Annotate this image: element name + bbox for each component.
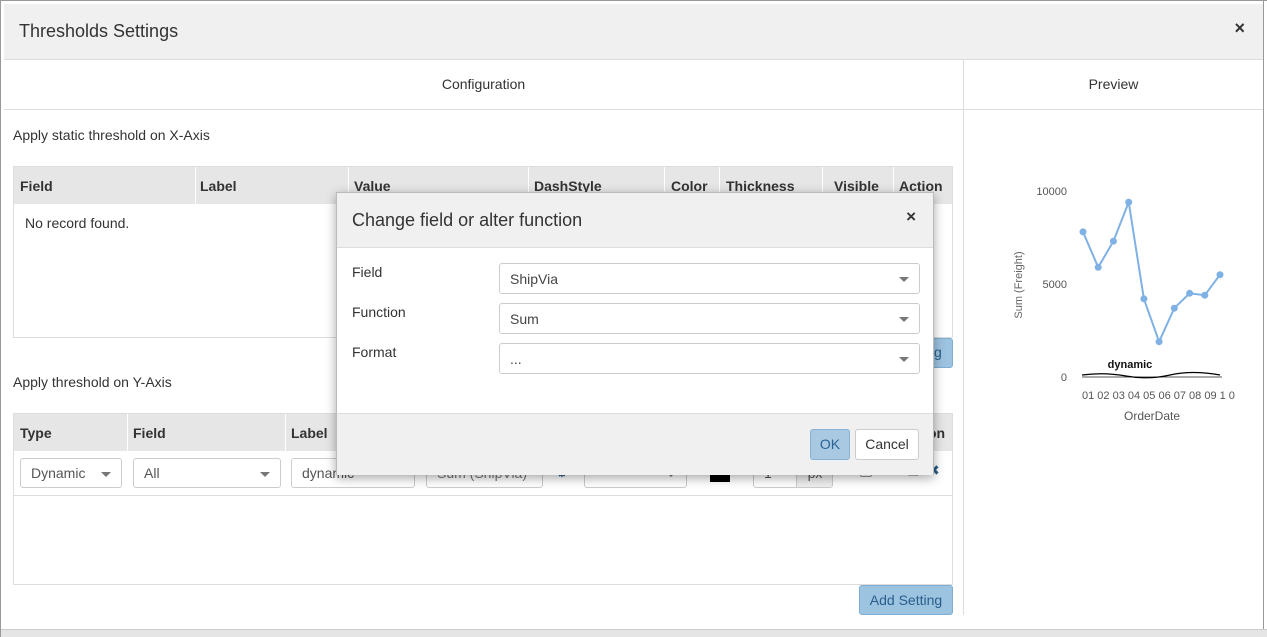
data-point (1094, 263, 1102, 271)
y-tick-label: 0 (1061, 372, 1067, 384)
column-header-label: Label (291, 425, 328, 441)
dialog-title: Change field or alter function (352, 210, 583, 230)
data-point (1170, 304, 1178, 312)
preview-chart: 10000 5000 0 Sum (Freight) dynamic 01 02… (1013, 186, 1235, 423)
thresholds-settings-modal: Thresholds Settings × Configuration Prev… (0, 0, 1267, 637)
dialog-header: Change field or alter function × (337, 193, 933, 248)
data-point (1079, 228, 1087, 236)
data-point (1140, 295, 1148, 303)
field-select[interactable]: ShipVia (499, 263, 920, 294)
y-axis-section-title: Apply threshold on Y-Axis (13, 374, 172, 390)
function-label: Function (352, 304, 406, 320)
x-axis-label: OrderDate (1124, 409, 1180, 423)
chevron-down-icon (899, 317, 909, 322)
data-point (1155, 338, 1163, 346)
column-header-field: Field (20, 178, 53, 194)
y-tick-label: 10000 (1036, 186, 1067, 198)
y-axis-add-setting-button[interactable]: Add Setting (859, 585, 953, 615)
field-label: Field (352, 264, 383, 280)
chevron-down-icon (899, 357, 909, 362)
configuration-header: Configuration (4, 60, 963, 110)
ok-button[interactable]: OK (810, 429, 850, 460)
cancel-button[interactable]: Cancel (855, 429, 919, 460)
y-tick-label: 5000 (1043, 279, 1067, 291)
modal-header: Thresholds Settings × (4, 4, 1263, 60)
data-point (1216, 271, 1224, 279)
column-header-label: Label (200, 178, 237, 194)
x-axis-section-title: Apply static threshold on X-Axis (13, 127, 210, 143)
format-label: Format (352, 344, 397, 360)
field-select[interactable]: All (133, 458, 281, 488)
close-icon[interactable]: × (1234, 18, 1245, 39)
type-select[interactable]: Dynamic (20, 458, 122, 488)
change-field-dialog: Change field or alter function × Field S… (336, 192, 934, 475)
data-point (1201, 291, 1209, 299)
modal-bottom-strip (1, 629, 1267, 637)
window-edge (1263, 1, 1267, 637)
x-tick-labels: 01 02 03 04 05 06 07 08 09 1 0 (1082, 390, 1235, 402)
data-point (1125, 198, 1133, 206)
dialog-footer: OK Cancel (337, 413, 933, 475)
preview-header: Preview (963, 60, 1263, 110)
data-point (1109, 237, 1117, 245)
data-point (1186, 289, 1194, 297)
empty-message: No record found. (25, 215, 130, 231)
threshold-label: dynamic (1108, 359, 1153, 371)
close-icon[interactable]: × (906, 207, 916, 227)
function-select[interactable]: Sum (499, 303, 920, 334)
series-line (1082, 198, 1221, 345)
format-select[interactable]: ... (499, 343, 920, 374)
y-axis-label: Sum (Freight) (1013, 251, 1025, 318)
column-header-type: Type (20, 425, 52, 441)
chevron-down-icon (899, 277, 909, 282)
modal-title: Thresholds Settings (19, 21, 179, 41)
column-header-field: Field (133, 425, 166, 441)
